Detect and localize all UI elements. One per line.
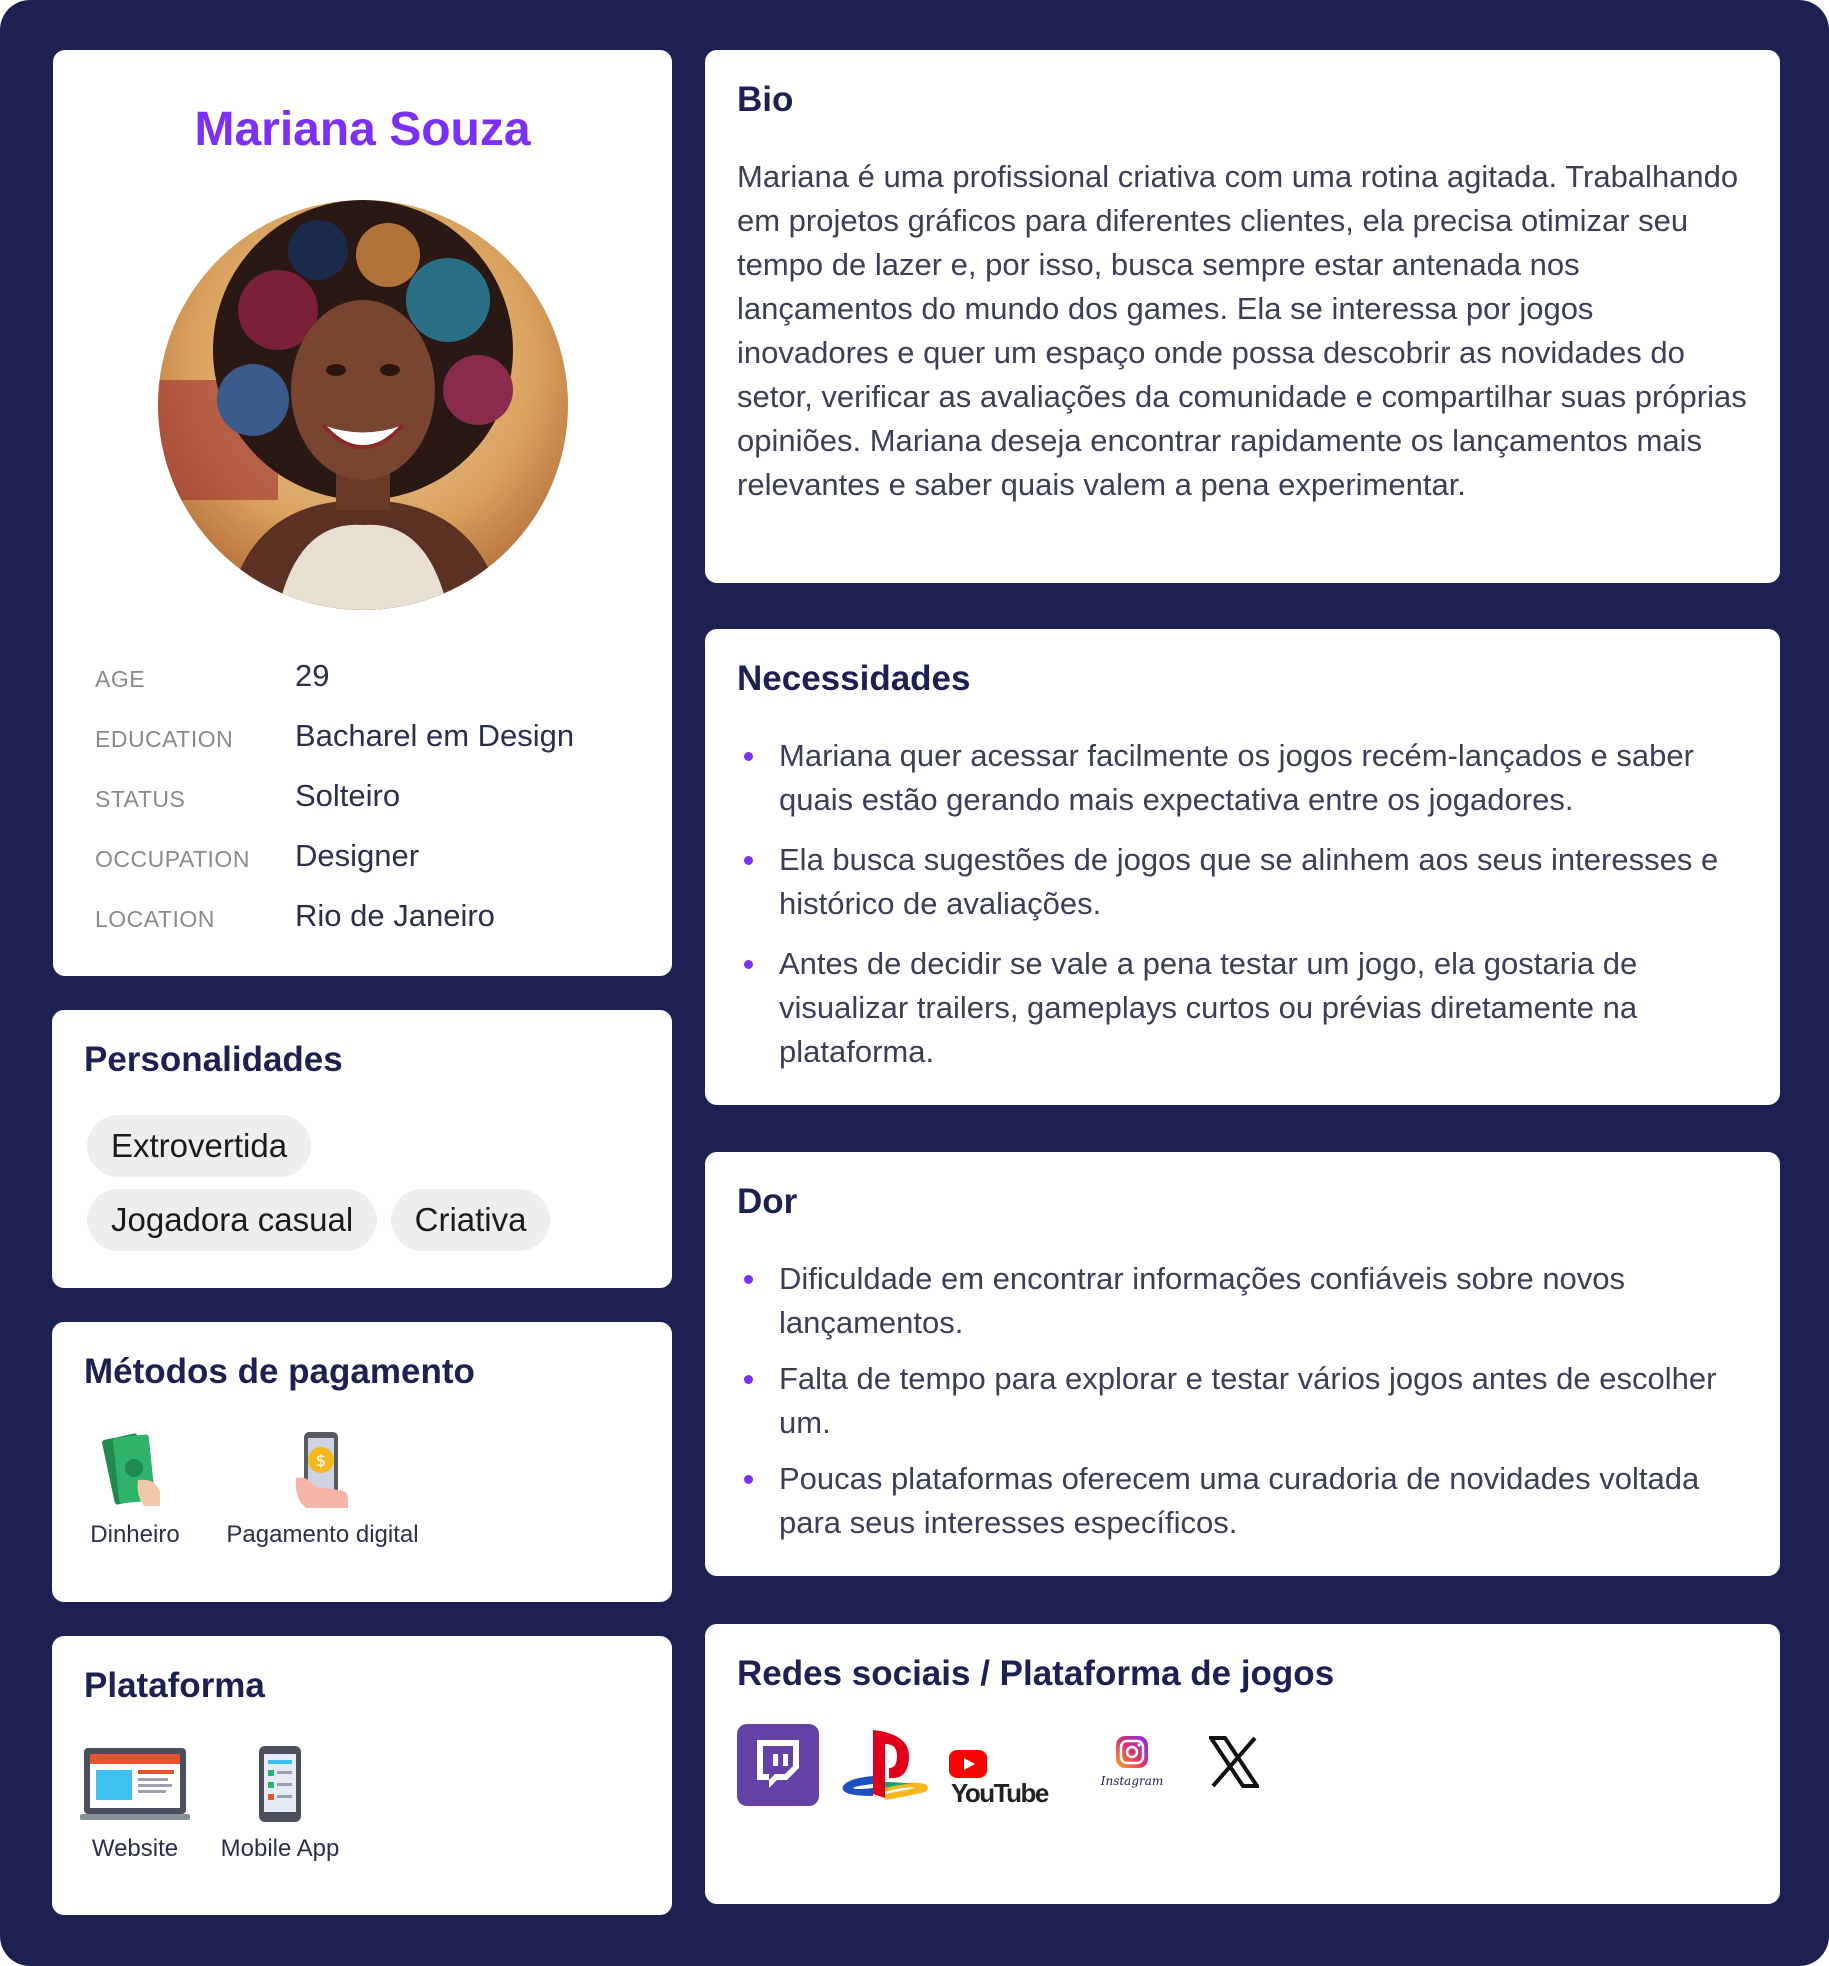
platform-item-mobile-app: Mobile App (215, 1744, 345, 1863)
detail-value: Bacharel em Design (295, 718, 575, 753)
payment-method-digital: $ Pagamento digital (215, 1430, 430, 1549)
list-item: Poucas plataformas oferecem uma curadori… (737, 1457, 1747, 1545)
twitch-icon[interactable] (737, 1724, 819, 1806)
details-list: AGE 29 EDUCATION Bacharel em Design STAT… (95, 650, 655, 950)
bullet-icon (744, 960, 753, 969)
list-item-text: Ela busca sugestões de jogos que se alin… (779, 842, 1719, 921)
detail-row-location: LOCATION Rio de Janeiro (95, 890, 655, 950)
playstation-icon[interactable] (839, 1724, 931, 1806)
personality-tag: Extrovertida (87, 1115, 312, 1177)
personality-tag: Jogadora casual (87, 1189, 378, 1251)
platform-card: Plataforma Website Mobile App (52, 1636, 672, 1915)
bio-title: Bio (737, 80, 794, 119)
needs-card: Necessidades Mariana quer acessar facilm… (705, 629, 1780, 1105)
detail-label: OCCUPATION (95, 846, 250, 872)
detail-value: Designer (295, 838, 420, 873)
bio-card: Bio Mariana é uma profissional criativa … (705, 50, 1780, 583)
social-title: Redes sociais / Plataforma de jogos (737, 1654, 1335, 1693)
payment-methods-card: Métodos de pagamento Dinheiro $ Pagament… (52, 1322, 672, 1602)
list-item-text: Mariana quer acessar facilmente os jogos… (779, 738, 1694, 817)
payment-method-label: Dinheiro (90, 1521, 180, 1548)
avatar (158, 200, 568, 610)
cash-icon (102, 1433, 160, 1506)
list-item: Mariana quer acessar facilmente os jogos… (737, 734, 1747, 822)
bio-text: Mariana é uma profissional criativa com … (737, 159, 1747, 502)
social-card: Redes sociais / Plataforma de jogos YouT (705, 1624, 1780, 1904)
platform-title: Plataforma (84, 1666, 265, 1705)
payment-method-label: Pagamento digital (226, 1521, 419, 1548)
platform-item-website: Website (80, 1744, 190, 1863)
instagram-logo[interactable]: Instagram (1095, 1734, 1169, 1787)
instagram-icon (1116, 1736, 1148, 1768)
pain-list: Dificuldade em encontrar informações con… (737, 1257, 1747, 1557)
needs-title: Necessidades (737, 659, 971, 698)
bullet-icon (744, 1275, 753, 1284)
profile-card: Mariana Souza AGE 29 EDUCATION Bacharel … (53, 50, 672, 976)
detail-label: EDUCATION (95, 726, 234, 752)
list-item-text: Antes de decidir se vale a pena testar u… (779, 946, 1638, 1069)
detail-row-status: STATUS Solteiro (95, 770, 655, 830)
detail-label: STATUS (95, 786, 186, 812)
list-item: Falta de tempo para explorar e testar vá… (737, 1357, 1747, 1445)
list-item: Antes de decidir se vale a pena testar u… (737, 942, 1747, 1074)
social-logos: YouTube Instagram (737, 1724, 1737, 1814)
persona-name: Mariana Souza (194, 103, 531, 156)
bullet-icon (744, 752, 753, 761)
website-icon (80, 1748, 190, 1820)
list-item-text: Dificuldade em encontrar informações con… (779, 1261, 1626, 1340)
svg-text:$: $ (315, 1451, 325, 1470)
youtube-logo[interactable]: YouTube (949, 1750, 1069, 1809)
detail-row-education: EDUCATION Bacharel em Design (95, 710, 655, 770)
list-item: Dificuldade em encontrar informações con… (737, 1257, 1747, 1345)
payment-method-cash: Dinheiro (80, 1430, 190, 1549)
persona-board: Mariana Souza AGE 29 EDUCATION Bacharel … (0, 0, 1829, 1966)
personality-tag: Criativa (390, 1189, 551, 1251)
list-item-text: Poucas plataformas oferecem uma curadori… (779, 1461, 1700, 1540)
bullet-icon (744, 1475, 753, 1484)
detail-row-age: AGE 29 (95, 650, 655, 710)
detail-value: Solteiro (295, 778, 401, 813)
personality-title: Personalidades (84, 1040, 343, 1079)
platform-item-label: Website (91, 1835, 179, 1862)
personality-card: Personalidades Extrovertida Jogadora cas… (52, 1010, 672, 1288)
detail-value: Rio de Janeiro (295, 898, 495, 933)
detail-value: 29 (295, 658, 330, 693)
pain-title: Dor (737, 1182, 798, 1221)
x-icon[interactable] (1209, 1736, 1259, 1788)
list-item: Ela busca sugestões de jogos que se alin… (737, 838, 1747, 926)
bullet-icon (744, 856, 753, 865)
pain-card: Dor Dificuldade em encontrar informações… (705, 1152, 1780, 1576)
bullet-icon (744, 1375, 753, 1384)
instagram-wordmark: Instagram (1100, 1774, 1164, 1788)
detail-row-occupation: OCCUPATION Designer (95, 830, 655, 890)
payment-title: Métodos de pagamento (84, 1352, 475, 1391)
platform-item-label: Mobile App (220, 1835, 340, 1862)
mobile-app-icon (259, 1746, 301, 1822)
youtube-wordmark: YouTube (951, 1778, 1049, 1808)
digital-payment-icon: $ (295, 1432, 348, 1508)
detail-label: LOCATION (95, 906, 215, 932)
personality-tags: Extrovertida Jogadora casual Criativa (87, 1115, 647, 1263)
youtube-icon (949, 1750, 987, 1778)
detail-label: AGE (95, 666, 146, 692)
needs-list: Mariana quer acessar facilmente os jogos… (737, 734, 1747, 1090)
list-item-text: Falta de tempo para explorar e testar vá… (779, 1361, 1717, 1440)
